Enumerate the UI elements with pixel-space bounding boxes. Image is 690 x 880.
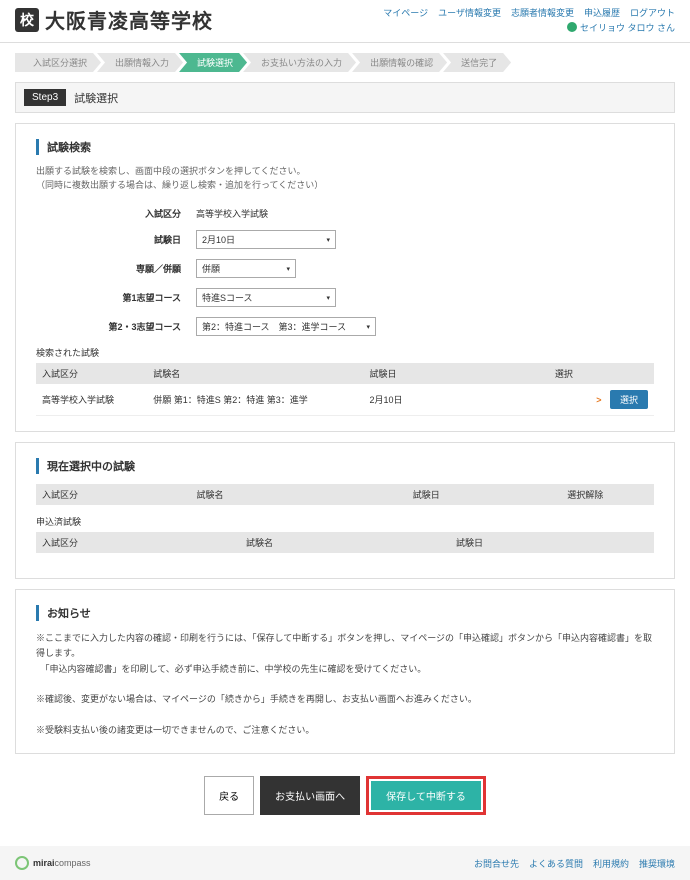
result-table: 入試区分 試験名 試験日 選択 高等学校入学試験 併願 第1：特進S 第2：特進… xyxy=(36,363,654,416)
notice-line-4: ※受験料支払い後の諸変更は一切できませんので、ご注意ください。 xyxy=(36,723,654,738)
step-badge: Step3 xyxy=(24,89,66,106)
chevron-down-icon: ▾ xyxy=(326,236,330,244)
step-4: お支払い方法の入力 xyxy=(243,53,356,72)
brand-logo-icon xyxy=(15,856,29,870)
notice-heading: お知らせ xyxy=(36,605,654,621)
header: 校 大阪青凌高等学校 マイページ ユーザ情報変更 志願者情報変更 申込履歴 ログ… xyxy=(0,0,690,43)
chevron-down-icon: ▾ xyxy=(326,294,330,302)
action-bar: 戻る お支払い画面へ 保存して中断する xyxy=(15,764,675,831)
step-title: 試験選択 xyxy=(74,90,118,106)
nav-user-info[interactable]: ユーザ情報変更 xyxy=(438,6,501,19)
result-label: 検索された試験 xyxy=(36,346,654,359)
cell-exam-date: 2月10日 xyxy=(364,384,549,416)
cell-exam-type: 高等学校入学試験 xyxy=(36,384,147,416)
th-exam-date: 試験日 xyxy=(364,363,549,384)
label-senko: 専願／併願 xyxy=(36,262,196,275)
save-suspend-button[interactable]: 保存して中断する xyxy=(371,781,481,810)
school-logo-icon: 校 xyxy=(15,8,39,32)
applied-label: 申込済試験 xyxy=(36,515,654,528)
footer-faq[interactable]: よくある質問 xyxy=(529,857,583,870)
select-choice1[interactable]: 特進Sコース ▾ xyxy=(196,288,336,307)
step-3: 試験選択 xyxy=(179,53,247,72)
label-choice1: 第1志望コース xyxy=(36,291,196,304)
select-button[interactable]: 選択 xyxy=(610,390,648,409)
step-2: 出願情報入力 xyxy=(97,53,183,72)
stepper: 入試区分選択 出願情報入力 試験選択 お支払い方法の入力 出願情報の確認 送信完… xyxy=(0,43,690,82)
highlight-frame: 保存して中断する xyxy=(366,776,486,815)
school-name: 大阪青凌高等学校 xyxy=(45,5,213,34)
user-name: セイリョウ タロウ さん xyxy=(580,21,675,34)
label-choice23: 第2・3志望コース xyxy=(36,320,196,333)
label-exam-date: 試験日 xyxy=(36,233,196,246)
nav-history[interactable]: 申込履歴 xyxy=(584,6,620,19)
step-5: 出願情報の確認 xyxy=(352,53,447,72)
footer-brand: miraicompass xyxy=(15,856,91,870)
step-6: 送信完了 xyxy=(443,53,511,72)
select-exam-date[interactable]: 2月10日 ▾ xyxy=(196,230,336,249)
footer-env[interactable]: 推奨環境 xyxy=(639,857,675,870)
notice-line-3: ※確認後、変更がない場合は、マイページの「続きから」手続きを再開し、お支払い画面… xyxy=(36,692,654,707)
user-icon xyxy=(567,22,577,32)
search-panel: 試験検索 出願する試験を検索し、画面中段の選択ボタンを押してください。 （同時に… xyxy=(15,123,675,432)
selected-table: 入試区分 試験名 試験日 選択解除 xyxy=(36,484,654,505)
th-exam-name: 試験名 xyxy=(147,363,363,384)
arrow-right-icon: > xyxy=(596,395,601,405)
chevron-down-icon: ▾ xyxy=(366,323,370,331)
select-senko[interactable]: 併願 ▾ xyxy=(196,259,296,278)
selected-panel: 現在選択中の試験 入試区分 試験名 試験日 選択解除 申込済試験 入試区分 試験… xyxy=(15,442,675,579)
nav-applicant-info[interactable]: 志願者情報変更 xyxy=(511,6,574,19)
table-row: 高等学校入学試験 併願 第1：特進S 第2：特進 第3：進学 2月10日 > 選… xyxy=(36,384,654,416)
top-nav: マイページ ユーザ情報変更 志願者情報変更 申込履歴 ログアウト xyxy=(383,6,675,19)
chevron-down-icon: ▾ xyxy=(286,265,290,273)
select-choice23[interactable]: 第2：特進コース 第3：進学コース ▾ xyxy=(196,317,376,336)
help-line-1: 出願する試験を検索し、画面中段の選択ボタンを押してください。 xyxy=(36,165,654,179)
th-select: 選択 xyxy=(549,363,654,384)
footer-terms[interactable]: 利用規約 xyxy=(593,857,629,870)
help-line-2: （同時に複数出願する場合は、繰り返し検索・追加を行ってください） xyxy=(36,179,654,193)
applied-table: 入試区分 試験名 試験日 xyxy=(36,532,654,553)
value-exam-type: 高等学校入学試験 xyxy=(196,207,268,220)
footer: miraicompass お問合せ先 よくある質問 利用規約 推奨環境 xyxy=(0,846,690,880)
notice-panel: お知らせ ※ここまでに入力した内容の確認・印刷を行うには、「保存して中断する」ボ… xyxy=(15,589,675,754)
payment-button[interactable]: お支払い画面へ xyxy=(260,776,360,815)
selected-heading: 現在選択中の試験 xyxy=(36,458,654,474)
label-exam-type: 入試区分 xyxy=(36,207,196,220)
nav-mypage[interactable]: マイページ xyxy=(383,6,428,19)
nav-logout[interactable]: ログアウト xyxy=(630,6,675,19)
notice-line-2: 「申込内容確認書」を印刷して、必ず申込手続き前に、中学校の先生に確認を受けてくだ… xyxy=(36,662,654,677)
th-exam-type: 入試区分 xyxy=(36,363,147,384)
notice-line-1: ※ここまでに入力した内容の確認・印刷を行うには、「保存して中断する」ボタンを押し… xyxy=(36,631,654,662)
search-heading: 試験検索 xyxy=(36,139,654,155)
step-title-panel: Step3 試験選択 xyxy=(15,82,675,113)
step-1: 入試区分選択 xyxy=(15,53,101,72)
cell-exam-name: 併願 第1：特進S 第2：特進 第3：進学 xyxy=(147,384,363,416)
back-button[interactable]: 戻る xyxy=(204,776,254,815)
footer-contact[interactable]: お問合せ先 xyxy=(474,857,519,870)
